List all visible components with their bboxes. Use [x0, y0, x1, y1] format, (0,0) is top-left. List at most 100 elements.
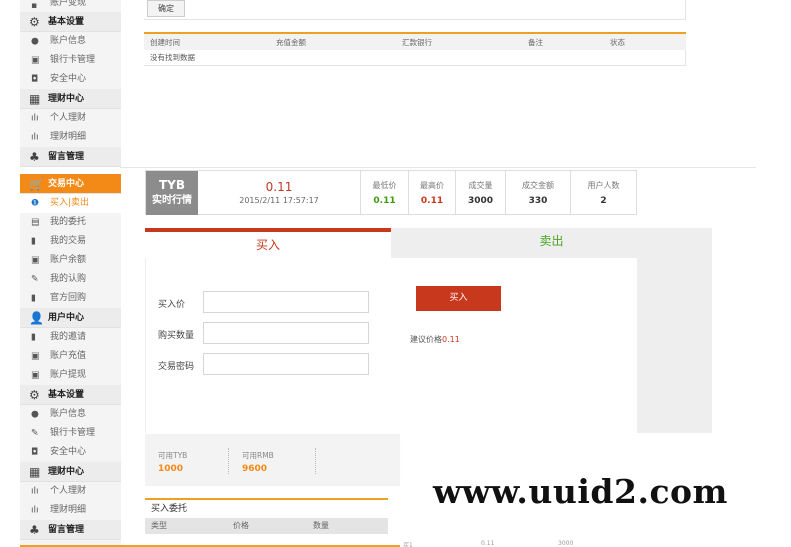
stat-high-label: 最高价: [420, 181, 444, 190]
sidebar-item-finance-detail[interactable]: ılı 理财明细: [20, 501, 121, 520]
sidebar-item-bank-card[interactable]: ✎ 银行卡管理: [20, 424, 121, 443]
sidebar-item-security[interactable]: ◘ 安全中心: [20, 443, 121, 462]
sidebar-item-official-buyback[interactable]: ▮ 官方回购: [20, 289, 121, 308]
sidebar-item-account-info[interactable]: ● 账户信息: [20, 405, 121, 424]
stat-amount: 成交金额 330: [506, 171, 571, 215]
stat-high: 最高价 0.11: [409, 171, 456, 215]
quantity-input[interactable]: [203, 322, 369, 344]
quantity-label: 购买数量: [158, 331, 195, 341]
tab-sell[interactable]: 卖出: [391, 228, 712, 258]
card-icon: ▣: [31, 55, 40, 65]
watermark-text: www.uuid2.com: [433, 472, 728, 511]
stat-volume: 成交量 3000: [456, 171, 506, 215]
finance-icon: ▦: [29, 91, 41, 106]
sidebar-section-messages-top[interactable]: ♣ 留言管理: [20, 147, 121, 167]
doc-icon: ▮: [31, 332, 36, 342]
col-remit-bank: 汇款银行: [402, 38, 432, 47]
card-icon: ▣: [31, 255, 40, 265]
password-input[interactable]: [203, 353, 369, 375]
price-label: 买入价: [158, 300, 186, 310]
sidebar-section-finance-top[interactable]: ▦ 理财中心: [20, 89, 121, 109]
edit-icon: ✎: [31, 274, 39, 284]
sidebar-item-security-top[interactable]: ◘ 安全中心: [20, 70, 121, 89]
suggest-value: 0.11: [442, 335, 460, 344]
sidebar-item-my-subscriptions[interactable]: ✎ 我的认购: [20, 270, 121, 289]
doc-icon: ▮: [31, 236, 36, 246]
buy-button[interactable]: 买入: [416, 286, 501, 311]
stat-high-value: 0.11: [420, 196, 444, 206]
sidebar: 🛒 交易中心 ❶ 买入|卖出 ▤ 我的委托 ▮ 我的交易 ▣ 账户余额 ✎ 我的认购 ▮ 官方…: [20, 174, 121, 547]
buy-orders-title: 买入委托: [151, 504, 188, 514]
buy-form: 买入价 购买数量 交易密码: [145, 258, 391, 433]
market-price: 0.11: [265, 180, 293, 194]
price-input[interactable]: [203, 291, 369, 313]
col-status: 状态: [610, 38, 625, 47]
cart-icon: 🛒: [29, 176, 44, 191]
sidebar-item-my-orders[interactable]: ▤ 我的委托: [20, 213, 121, 232]
stat-low-label: 最低价: [372, 181, 397, 190]
sidebar-section-trade-center[interactable]: 🛒 交易中心: [20, 174, 121, 194]
market-price-block: 0.11 2015/2/11 17:57:17: [198, 171, 361, 215]
top-form-box: [144, 0, 686, 20]
sidebar-item-recharge[interactable]: ▣ 账户充值: [20, 347, 121, 366]
col-remark: 备注: [528, 38, 543, 47]
people-icon: ♣: [29, 149, 40, 164]
finance-icon: ▦: [29, 464, 41, 479]
gear-icon: ⚙: [29, 14, 40, 29]
market-badge: TYB 实时行情: [146, 171, 198, 215]
market-ticker: TYB 实时行情 0.11 2015/2/11 17:57:17 最低价 0.1…: [145, 170, 637, 215]
col-created-time: 创建时间: [150, 38, 180, 47]
stat-low-value: 0.11: [373, 196, 396, 206]
balance-tyb: 可用TYB 1000: [158, 450, 187, 474]
chart-icon: ılı: [31, 486, 39, 496]
stat-users-value: 2: [600, 196, 607, 206]
sidebar-item-withdraw[interactable]: ▣ 账户提现: [20, 366, 121, 385]
confirm-button[interactable]: 确定: [147, 0, 185, 17]
balance-divider: [228, 448, 229, 474]
stat-low: 最低价 0.11: [361, 171, 409, 215]
sidebar-item-my-invites[interactable]: ▮ 我的邀请: [20, 328, 121, 347]
balance-bar: 可用TYB 1000 可用RMB 9600: [145, 434, 402, 486]
sidebar-item-my-trades[interactable]: ▮ 我的交易: [20, 232, 121, 251]
sidebar-item-account-info-top[interactable]: ● 账户信息: [20, 32, 121, 51]
market-subtitle: 实时行情: [152, 195, 192, 206]
stat-amount-value: 330: [528, 196, 548, 206]
col-recharge-amount: 充值金额: [276, 38, 306, 47]
page-separator: [120, 167, 756, 168]
order-row-type: 买1: [403, 542, 413, 547]
balance-rmb-value: 9600: [242, 464, 268, 474]
lock-icon: ◘: [31, 74, 39, 84]
sidebar-item-buy-sell[interactable]: ❶ 买入|卖出: [20, 194, 121, 213]
buy-orders-header: 类型 价格 数量: [145, 518, 388, 534]
user-icon: ●: [31, 409, 39, 419]
no-data-text: 没有找到数据: [150, 53, 195, 62]
lock-icon: ◘: [31, 447, 39, 457]
col-type: 类型: [151, 521, 167, 530]
buy-orders-table: 买入委托 类型 价格 数量: [145, 498, 388, 538]
sidebar-section-basic-settings[interactable]: ⚙ 基本设置: [20, 385, 121, 405]
card-icon: ▣: [31, 351, 40, 361]
print-icon: ▤: [31, 217, 40, 227]
stat-users: 用户人数 2: [571, 171, 636, 215]
card-icon: ▪: [31, 1, 38, 11]
sidebar-section-finance[interactable]: ▦ 理财中心: [20, 462, 121, 482]
sidebar-item-personal-finance-top[interactable]: ılı 个人理财: [20, 109, 121, 128]
market-symbol: TYB: [158, 178, 186, 192]
balance-tyb-label: 可用TYB: [158, 451, 188, 460]
market-datetime: 2015/2/11 17:57:17: [239, 196, 319, 205]
sidebar-section-messages[interactable]: ♣ 留言管理: [20, 520, 121, 540]
suggested-price: 建议价格0.11: [410, 334, 460, 345]
info-icon: ❶: [31, 198, 40, 208]
sidebar-section-basic-settings-top[interactable]: ⚙ 基本设置: [20, 12, 121, 32]
sidebar-section-user-center[interactable]: 👤 用户中心: [20, 308, 121, 328]
sidebar-item-finance-detail-top[interactable]: ılı 理财明细: [20, 128, 121, 147]
sidebar-item-account-balance[interactable]: ▣ 账户余额: [20, 251, 121, 270]
chart-icon: ılı: [31, 113, 39, 123]
card-icon: ▣: [31, 370, 40, 380]
sidebar-item-partial[interactable]: ▪ 账户变现: [20, 0, 121, 12]
sidebar-item-bank-card-top[interactable]: ▣ 银行卡管理: [20, 51, 121, 70]
sidebar-item-personal-finance[interactable]: ılı 个人理财: [20, 482, 121, 501]
tab-buy[interactable]: 买入: [145, 228, 391, 258]
stat-volume-value: 3000: [467, 196, 494, 206]
stat-volume-label: 成交量: [468, 181, 493, 190]
